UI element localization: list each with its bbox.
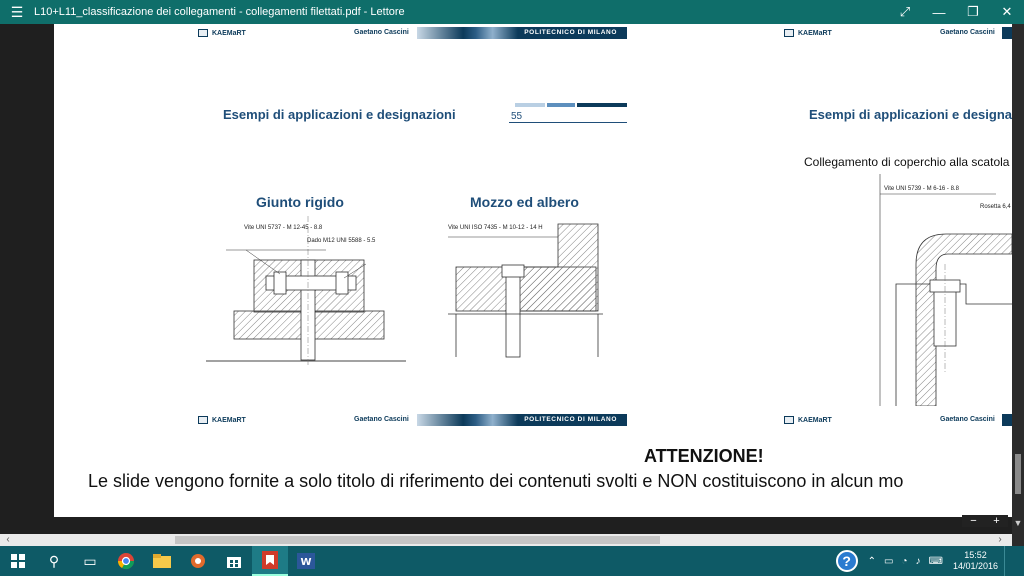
keyboard-icon[interactable]: ⌨ [929, 556, 943, 567]
polimi-bar: POLITECNICO DI MILANO [417, 27, 627, 39]
document-view[interactable]: KAEMaRT Gaetano Cascini POLITECNICO DI M… [54, 24, 1012, 517]
battery-icon[interactable]: ▭ [884, 556, 893, 567]
search-icon[interactable]: ⚲ [36, 546, 72, 576]
scroll-right-icon[interactable]: › [994, 534, 1006, 546]
label-rosetta: Rosetta 6,4 [980, 204, 1011, 210]
slide-footer: KAEMaRT [198, 414, 246, 426]
show-desktop-button[interactable] [1004, 546, 1024, 576]
title-bar: ☰ L10+L11_classificazione dei collegamen… [0, 0, 1024, 24]
vertical-scroll-thumb[interactable] [1015, 454, 1021, 494]
header-author-right: Gaetano Cascini [940, 29, 995, 36]
page-number: 55 [511, 111, 523, 122]
taskbar: ⚲ ▭ W ? ⌃ ▭ ◔ ♪ ⌨ 15:52 14/01/2016 [0, 546, 1024, 576]
horizontal-scroll-thumb[interactable] [175, 536, 660, 544]
slide-right-subtitle: Collegamento di coperchio alla scatola [804, 155, 1010, 169]
clock-date: 14/01/2016 [952, 561, 998, 571]
clock[interactable]: 15:52 14/01/2016 [953, 550, 998, 572]
label-vite-5737: Vite UNI 5737 - M 12-45 - 8.8 [244, 225, 323, 231]
notice-title: ATTENZIONE! [644, 446, 764, 466]
windows-start-icon[interactable] [0, 546, 36, 576]
footer-author-right: Gaetano Cascini [940, 416, 995, 423]
vertical-scrollbar[interactable]: ▼ [1012, 24, 1024, 534]
scroll-corner [1012, 534, 1024, 546]
zoom-controls: − + [962, 515, 1008, 527]
slide-right-title: Esempi di applicazioni e designazi [809, 107, 1012, 122]
title-accent-3 [577, 103, 627, 107]
section-title-mozzo: Mozzo ed albero [470, 194, 579, 210]
title-underline [509, 122, 627, 123]
clock-time: 15:52 [964, 550, 987, 560]
notice-text: Le slide vengono fornite a solo titolo d… [88, 471, 904, 491]
scroll-left-icon[interactable]: ‹ [2, 534, 14, 546]
slide-right: KAEMaRT Gaetano Cascini Esempi di applic… [780, 24, 1012, 434]
kaemart-logo-right: KAEMaRT [784, 29, 832, 37]
slide-title: Esempi di applicazioni e designazioni [223, 107, 456, 122]
word-icon[interactable]: W [288, 546, 324, 576]
kaemart-footer-logo: KAEMaRT [198, 416, 246, 424]
polimi-bar-right [1002, 27, 1012, 39]
slide-right-footer: KAEMaRT [784, 414, 832, 426]
polimi-footer-bar: POLITECNICO DI MILANO [417, 414, 627, 426]
fullscreen-icon[interactable]: ⤢ [888, 0, 922, 24]
hamburger-menu-icon[interactable]: ☰ [0, 0, 34, 24]
label-dado: Dado M12 UNI 5588 - 5.5 [307, 238, 376, 244]
app-icon[interactable] [180, 546, 216, 576]
reader-icon[interactable] [252, 546, 288, 576]
window-title: L10+L11_classificazione dei collegamenti… [34, 6, 405, 18]
minimize-icon[interactable]: — [922, 0, 956, 24]
close-icon[interactable]: ✕ [990, 0, 1024, 24]
kaemart-logo: KAEMaRT [198, 29, 246, 37]
restore-icon[interactable]: ❐ [956, 0, 990, 24]
store-icon[interactable] [216, 546, 252, 576]
label-vite-7435: Vite UNI ISO 7435 - M 10-12 - 14 H [448, 225, 543, 231]
system-tray: ? ⌃ ▭ ◔ ♪ ⌨ 15:52 14/01/2016 [835, 546, 1024, 576]
slide-left: KAEMaRT Gaetano Cascini POLITECNICO DI M… [194, 24, 634, 434]
zoom-in-button[interactable]: + [985, 515, 1008, 527]
horizontal-scrollbar[interactable]: ‹ › [0, 534, 1012, 546]
chevron-up-icon[interactable]: ⌃ [868, 556, 876, 567]
section-title-giunto: Giunto rigido [256, 194, 344, 210]
footer-author: Gaetano Cascini [354, 416, 409, 423]
header-author: Gaetano Cascini [354, 29, 409, 36]
title-accent-2 [547, 103, 575, 107]
mozzo-albero-drawing [448, 223, 603, 358]
task-view-icon[interactable]: ▭ [72, 546, 108, 576]
network-icon[interactable]: ◔ [901, 556, 907, 567]
volume-icon[interactable]: ♪ [916, 556, 921, 567]
zoom-out-button[interactable]: − [962, 515, 985, 527]
slide-right-header: KAEMaRT [784, 27, 832, 39]
slide-header: KAEMaRT [198, 27, 246, 39]
svg-text:W: W [300, 557, 311, 568]
left-pane [0, 24, 54, 534]
help-icon[interactable]: ? [835, 550, 858, 572]
title-accent-1 [515, 103, 545, 107]
kaemart-footer-logo-right: KAEMaRT [784, 416, 832, 424]
file-explorer-icon[interactable] [144, 546, 180, 576]
chrome-icon[interactable] [108, 546, 144, 576]
polimi-footer-bar-right [1002, 414, 1012, 426]
label-vite-5739: Vite UNI 5739 - M 6-16 - 8.8 [884, 186, 959, 192]
scroll-down-icon[interactable]: ▼ [1012, 518, 1024, 532]
